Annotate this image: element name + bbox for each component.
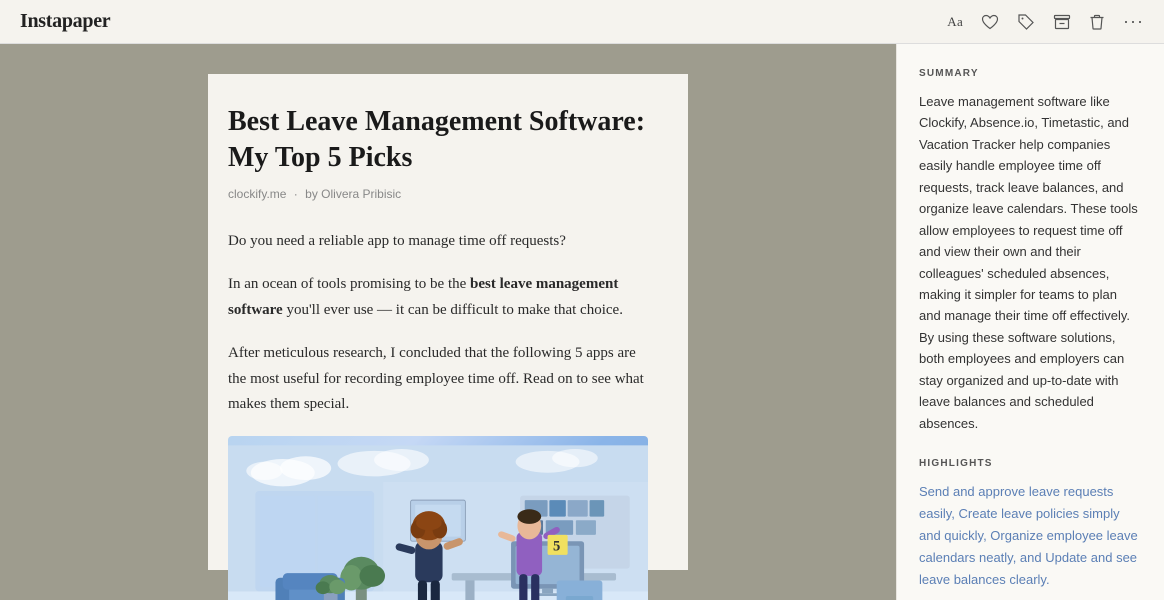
paragraph-1: Do you need a reliable app to manage tim… — [228, 229, 648, 255]
paragraph-2: In an ocean of tools promising to be the… — [228, 272, 648, 323]
highlights-text: Send and approve leave requests easily, … — [919, 481, 1142, 591]
article-image: 5 — [228, 436, 648, 600]
svg-text:5: 5 — [553, 538, 560, 554]
article-area: Best Leave Management Software: My Top 5… — [0, 44, 896, 600]
font-size-icon[interactable]: Aa — [947, 14, 963, 30]
article-content: Best Leave Management Software: My Top 5… — [208, 74, 688, 570]
highlights-section: HIGHLIGHTS Send and approve leave reques… — [919, 458, 1142, 600]
highlight-link[interactable]: Send and approve leave requests easily, … — [919, 484, 1138, 587]
app-logo: Instapaper — [20, 10, 110, 33]
paragraph-3: After meticulous research, I concluded t… — [228, 341, 648, 418]
tag-icon[interactable] — [1017, 13, 1035, 31]
archive-icon[interactable] — [1053, 14, 1071, 30]
trash-icon[interactable] — [1089, 13, 1105, 31]
article-meta: clockify.me · by Olivera Pribisic — [228, 187, 648, 201]
main-layout: Best Leave Management Software: My Top 5… — [0, 44, 1164, 600]
highlights-label: HIGHLIGHTS — [919, 458, 1142, 469]
article-author: by Olivera Pribisic — [305, 187, 401, 201]
nav-icons: Aa ··· — [947, 11, 1144, 32]
like-icon[interactable] — [981, 14, 999, 30]
meta-separator: · — [294, 187, 298, 201]
article-title: Best Leave Management Software: My Top 5… — [228, 104, 648, 177]
more-icon[interactable]: ··· — [1123, 11, 1144, 32]
article-body: Do you need a reliable app to manage tim… — [228, 229, 648, 418]
article-source: clockify.me — [228, 187, 286, 201]
summary-text: Leave management software like Clockify,… — [919, 91, 1142, 434]
sidebar: SUMMARY Leave management software like C… — [896, 44, 1164, 600]
summary-label: SUMMARY — [919, 68, 1142, 79]
summary-section: SUMMARY Leave management software like C… — [919, 68, 1142, 434]
top-nav: Instapaper Aa ··· — [0, 0, 1164, 44]
